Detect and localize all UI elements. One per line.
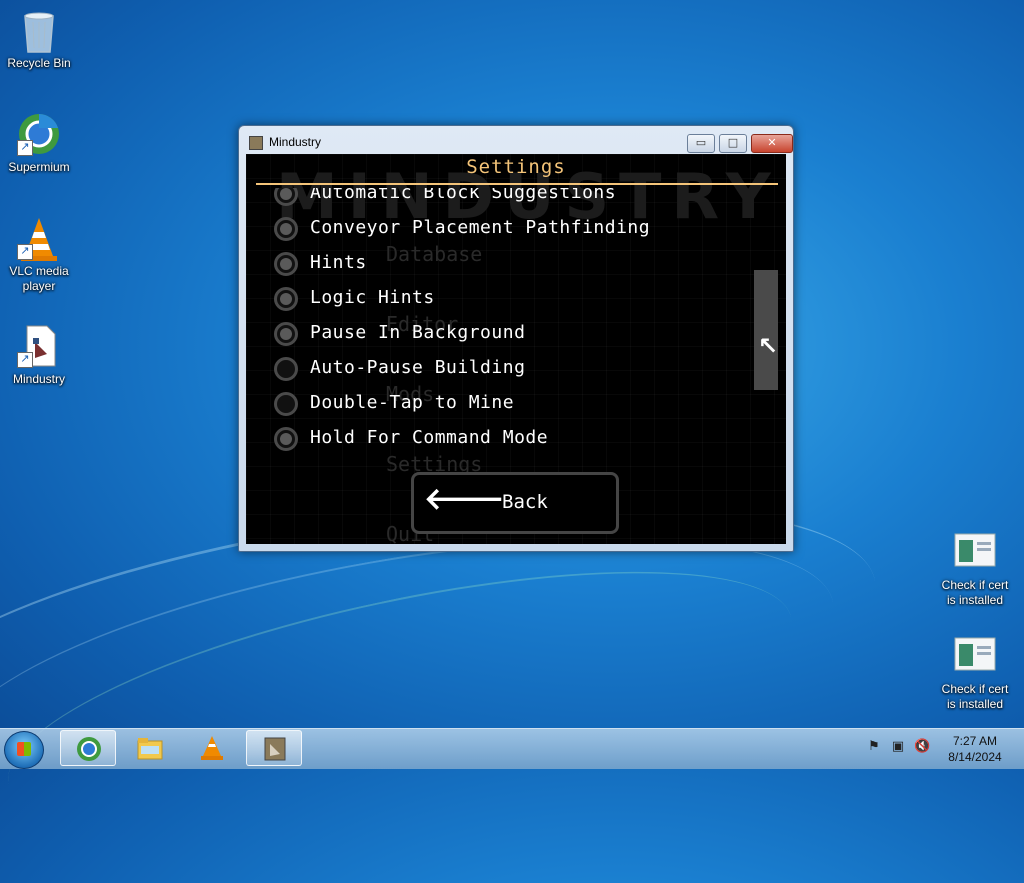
network-icon[interactable]: ▣ (890, 739, 906, 755)
certificate-file-icon (953, 530, 997, 574)
shortcut-arrow-icon: ↗ (17, 352, 33, 368)
desktop-icon-recycle-bin[interactable]: Recycle Bin (0, 8, 78, 71)
setting-label: Hold For Command Mode (310, 427, 549, 448)
back-button[interactable]: 🡐 Back (411, 472, 619, 534)
window-title: Mindustry (269, 135, 322, 149)
desktop-icon-check-cert[interactable]: Check if cert is installed (936, 530, 1014, 608)
back-button-label: Back (502, 491, 548, 513)
settings-title: Settings (466, 156, 566, 178)
checkbox[interactable] (274, 357, 298, 381)
checkbox[interactable] (274, 392, 298, 416)
setting-label: Auto-Pause Building (310, 357, 526, 378)
checkbox[interactable] (274, 188, 298, 206)
setting-label: Automatic Block Suggestions (310, 188, 617, 203)
desktop-icon-label: Check if cert is installed (941, 682, 1009, 711)
desktop-icon-vlc[interactable]: ↗ VLC media player (0, 216, 78, 294)
checkbox[interactable] (274, 427, 298, 451)
checkbox[interactable] (274, 322, 298, 346)
shortcut-arrow-icon: ↗ (17, 140, 33, 156)
taskbar-item-mindustry[interactable] (246, 730, 302, 766)
mindustry-window[interactable]: Mindustry ▭ □ ✕ MINDUSTRY Database Edito… (238, 125, 794, 552)
close-button[interactable]: ✕ (751, 134, 793, 153)
taskbar-clock[interactable]: 7:27 AM 8/14/2024 (940, 733, 1010, 765)
setting-label: Conveyor Placement Pathfinding (310, 217, 651, 238)
setting-label: Pause In Background (310, 322, 526, 343)
window-titlebar[interactable]: Mindustry ▭ □ ✕ (239, 126, 793, 154)
shortcut-arrow-icon: ↗ (17, 244, 33, 260)
windows-logo-icon (17, 742, 31, 756)
game-viewport[interactable]: MINDUSTRY Database Editor Mods Settings … (246, 154, 786, 544)
minimize-button[interactable]: ▭ (687, 134, 715, 153)
certificate-file-icon (953, 634, 997, 678)
settings-options-list[interactable]: Automatic Block Suggestions Conveyor Pla… (246, 188, 786, 470)
vlc-cone-icon: ↗ (17, 216, 61, 261)
taskbar: ⚑ ▣ 🔇 7:27 AM 8/14/2024 (0, 728, 1024, 769)
recycle-bin-icon (17, 8, 61, 53)
desktop-icon-label: Supermium (8, 160, 70, 174)
checkbox[interactable] (274, 287, 298, 311)
checkbox[interactable] (274, 217, 298, 241)
desktop-icon-label: Check if cert is installed (941, 578, 1009, 607)
wallpaper-streak (0, 519, 813, 883)
clock-date: 8/14/2024 (948, 750, 1002, 764)
supermium-icon: ↗ (17, 112, 61, 156)
desktop-icon-supermium[interactable]: ↗ Supermium (0, 112, 78, 175)
checkbox[interactable] (274, 252, 298, 276)
desktop-icon-label: VLC media player (9, 264, 69, 293)
mindustry-app-icon (264, 737, 286, 761)
taskbar-item-supermium[interactable] (60, 730, 116, 766)
folder-icon (137, 738, 163, 760)
title-divider (256, 183, 778, 185)
taskbar-item-explorer[interactable] (122, 730, 178, 766)
desktop-icon-mindustry[interactable]: ↗ Mindustry (0, 324, 78, 387)
supermium-icon (77, 737, 101, 761)
setting-label: Hints (310, 252, 367, 273)
mindustry-file-icon: ↗ (17, 324, 61, 368)
desktop-icon-check-cert[interactable]: Check if cert is installed (936, 634, 1014, 712)
setting-label: Double-Tap to Mine (310, 392, 515, 413)
vlc-cone-icon (201, 736, 223, 760)
volume-muted-icon[interactable]: 🔇 (914, 739, 930, 755)
desktop-icon-label: Mindustry (12, 372, 65, 386)
clock-time: 7:27 AM (952, 734, 998, 748)
maximize-button[interactable]: □ (719, 134, 747, 153)
arrow-left-icon: 🡐 (424, 482, 505, 517)
setting-label: Logic Hints (310, 287, 435, 308)
settings-scrollbar[interactable] (754, 270, 778, 390)
mindustry-app-icon (249, 136, 263, 150)
start-button[interactable] (4, 731, 44, 769)
desktop-icon-label: Recycle Bin (7, 56, 71, 70)
mouse-cursor-icon: ↖ (758, 332, 779, 360)
taskbar-item-vlc[interactable] (184, 730, 240, 766)
action-center-flag-icon[interactable]: ⚑ (866, 739, 882, 755)
